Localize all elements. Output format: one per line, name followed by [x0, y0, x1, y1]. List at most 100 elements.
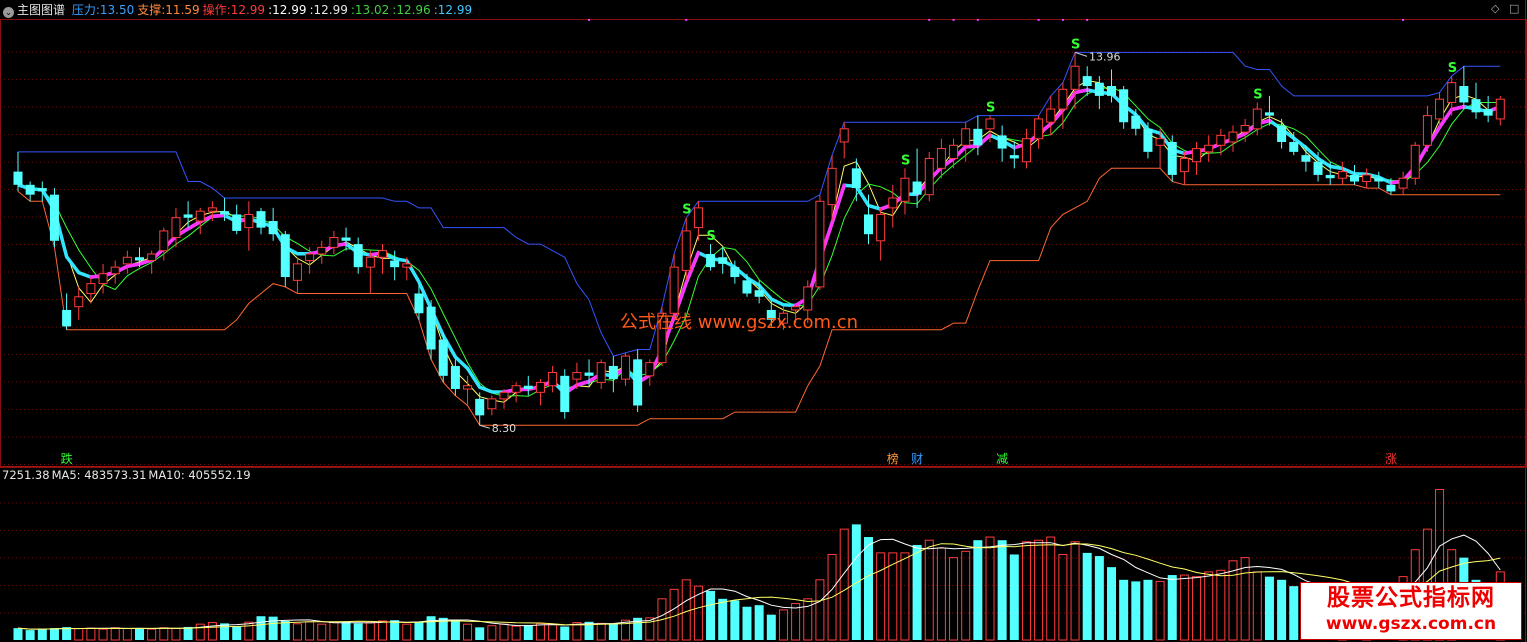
candle-body-up — [1021, 138, 1031, 163]
candle-body-down — [912, 181, 922, 195]
volume-header: 7251.38 MA5: 483573.31 MA10: 405552.19 — [2, 466, 253, 484]
candle-body-up — [1228, 131, 1238, 143]
candle-body-up — [1204, 144, 1214, 153]
candle-body-up — [985, 118, 995, 130]
candle-body-up — [122, 256, 132, 265]
candle-body-down — [718, 257, 728, 264]
volume-bar-down — [220, 623, 230, 640]
candle-body-up — [1179, 157, 1189, 173]
candle-body-up — [74, 296, 84, 308]
volume-bar-up — [985, 536, 995, 641]
chart-header: ⌄ 主图图谱 压力:13.50 支撑:11.59 操作:12.99:12.99:12.… — [0, 0, 478, 20]
candle-body-up — [949, 144, 959, 159]
candle-body-down — [560, 375, 570, 413]
volume-bar-up — [815, 579, 825, 641]
volume-bar-up — [876, 552, 886, 641]
candle-body-down — [135, 257, 144, 261]
candle-body-down — [633, 359, 643, 406]
candle-body-up — [548, 372, 558, 387]
volume-bar-up — [171, 628, 181, 641]
candle-body-up — [924, 157, 934, 196]
candle-body-up — [110, 266, 120, 275]
candle-body-up — [1337, 171, 1347, 179]
candle-body-down — [997, 135, 1007, 149]
volume-bar-up — [463, 623, 473, 641]
volume-bar-down — [608, 623, 618, 640]
candle-body-down — [864, 214, 873, 235]
price-panel-frame — [0, 19, 1527, 467]
volume-bar-down — [730, 600, 740, 640]
signal-label: 榜 — [887, 451, 899, 466]
candle-body-up — [693, 207, 703, 229]
volume-bar-up — [961, 550, 971, 641]
candle-body-down — [232, 214, 242, 231]
volume-bar-up — [1252, 571, 1262, 641]
candle-body-down — [706, 253, 716, 268]
sell-signal-mark: S — [707, 229, 716, 244]
candle-body-down — [62, 309, 72, 327]
volume-bar-down — [560, 626, 570, 640]
volume-bar-down — [973, 540, 983, 640]
volume-bar-down — [256, 616, 266, 640]
candle-body-up — [961, 128, 971, 146]
candle-body-down — [220, 211, 230, 215]
volume-value-1: MA5: 483573.31 — [51, 468, 147, 482]
candle-body-up — [1155, 138, 1165, 146]
candle-body-down — [1119, 89, 1129, 123]
volume-bar-up — [1021, 541, 1031, 641]
candle-body-down — [450, 365, 460, 390]
candle-body-up — [1070, 65, 1080, 90]
signal-dot — [685, 19, 688, 21]
candle-body-up — [159, 230, 169, 252]
chart-menu-icon[interactable]: ⌄ — [3, 7, 14, 18]
candle-body-up — [487, 398, 497, 410]
candle-body-up — [839, 128, 849, 143]
candle-body-down — [256, 211, 266, 228]
sell-signal-mark: S — [1253, 87, 1262, 102]
indicator-value-2: 操作:12.99 — [202, 3, 266, 17]
candle-body-up — [815, 200, 825, 288]
indicator-title[interactable]: 主图图谱 — [17, 3, 65, 17]
volume-bar-down — [280, 620, 290, 640]
volume-bar-up — [1240, 557, 1250, 641]
candle-body-down — [390, 260, 400, 268]
signal-dot — [588, 19, 591, 21]
volume-bar-up — [292, 623, 302, 641]
candle-body-down — [1277, 125, 1287, 142]
volume-bar-up — [122, 628, 132, 641]
candle-body-down — [414, 293, 424, 314]
volume-bar-up — [1216, 569, 1226, 641]
volume-bar-up — [1204, 571, 1214, 641]
signal-dot — [1037, 19, 1040, 21]
volume-bar-down — [49, 628, 59, 640]
candle-body-up — [86, 283, 96, 294]
candle-body-up — [803, 286, 813, 311]
candle-body-up — [305, 253, 315, 262]
volume-bar-up — [1179, 574, 1189, 641]
candle-body-down — [754, 290, 764, 297]
candle-body-up — [1058, 88, 1068, 110]
volume-bar-up — [402, 623, 412, 641]
indicator-value-4: :12.99 — [309, 3, 348, 17]
volume-bar-down — [1264, 576, 1274, 640]
volume-bar-down — [268, 616, 278, 640]
candle-body-down — [1483, 109, 1493, 116]
diamond-icon[interactable]: ◇ — [1491, 2, 1499, 15]
sell-signal-mark: S — [682, 203, 691, 218]
candle-body-down — [1459, 85, 1469, 103]
candle-body-up — [669, 266, 679, 314]
volume-bar-up — [900, 552, 910, 641]
volume-bar-down — [912, 544, 922, 640]
candle-body-up — [1240, 125, 1250, 133]
maximize-icon[interactable]: □ — [1509, 2, 1519, 15]
candle-body-down — [851, 168, 861, 189]
candle-body-down — [438, 339, 448, 376]
volume-bar-up — [207, 622, 217, 641]
volume-bar-down — [1082, 552, 1092, 640]
volume-bar-up — [159, 627, 169, 641]
volume-bar-up — [548, 623, 558, 641]
volume-bar-down — [183, 626, 193, 640]
candle-body-up — [329, 237, 339, 248]
volume-bar-down — [353, 623, 363, 640]
candle-body-up — [463, 385, 473, 390]
